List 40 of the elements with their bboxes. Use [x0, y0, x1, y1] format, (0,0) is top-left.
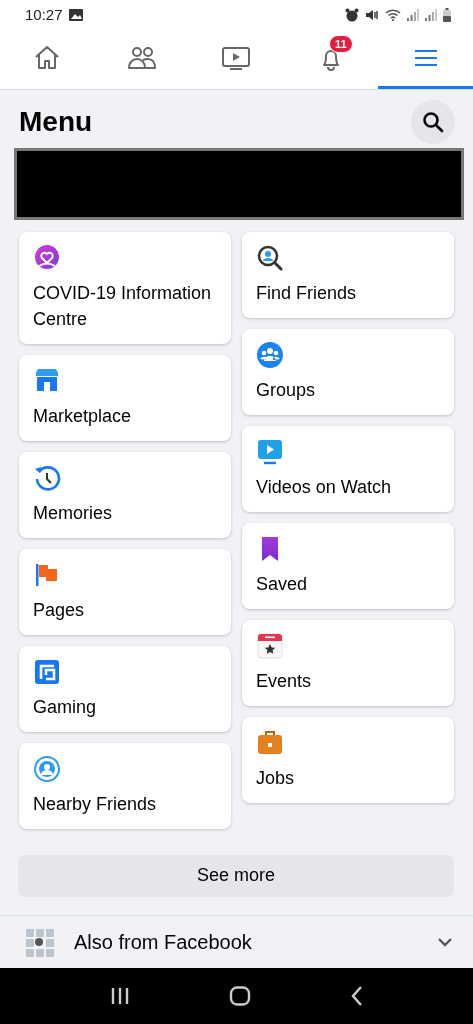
shortcut-card[interactable]: Find Friends [242, 231, 454, 318]
shortcut-card[interactable]: Gaming [19, 645, 231, 732]
shortcut-card[interactable]: Videos on Watch [242, 425, 454, 512]
back-icon[interactable] [349, 985, 364, 1008]
video-icon [256, 437, 284, 466]
search-icon [422, 111, 444, 134]
page-title: Menu [19, 106, 93, 139]
image-icon [68, 8, 83, 21]
clock-icon [33, 463, 61, 492]
shortcut-card[interactable]: Pages [19, 548, 231, 635]
heart-badge-icon [33, 243, 61, 272]
shortcut-card[interactable]: Events [242, 619, 454, 706]
radar-icon [33, 754, 61, 783]
shortcut-card[interactable]: Groups [242, 328, 454, 415]
recents-icon[interactable] [109, 987, 130, 1006]
search-button[interactable] [411, 100, 455, 145]
home-button-icon[interactable] [228, 986, 251, 1007]
shortcut-card[interactable]: Memories [19, 451, 231, 538]
battery-icon [443, 7, 451, 22]
see-more-button[interactable]: See more [18, 854, 454, 897]
signal-icon [425, 8, 437, 21]
wifi-icon [385, 8, 401, 22]
shortcut-card[interactable]: Nearby Friends [19, 742, 231, 829]
people-icon [256, 340, 284, 369]
app-grid-icon [24, 927, 54, 958]
game-icon [33, 657, 61, 686]
shortcut-card[interactable]: Marketplace [19, 354, 231, 441]
briefcase-icon [256, 728, 284, 757]
shortcut-card[interactable]: Saved [242, 522, 454, 609]
nav-tab[interactable]: 11 [283, 29, 379, 90]
calendar-icon [256, 631, 284, 660]
alarm-icon [345, 7, 359, 22]
signal-icon [407, 8, 419, 21]
notification-badge: 11 [329, 35, 353, 54]
search-person-icon [256, 243, 284, 272]
chevron-down-icon [437, 937, 453, 948]
shortcut-card[interactable]: Jobs [242, 716, 454, 803]
shortcut-card[interactable]: COVID-19 Information Centre [19, 231, 231, 344]
mute-icon [365, 7, 379, 22]
clock-time: 10:27 [25, 6, 63, 24]
